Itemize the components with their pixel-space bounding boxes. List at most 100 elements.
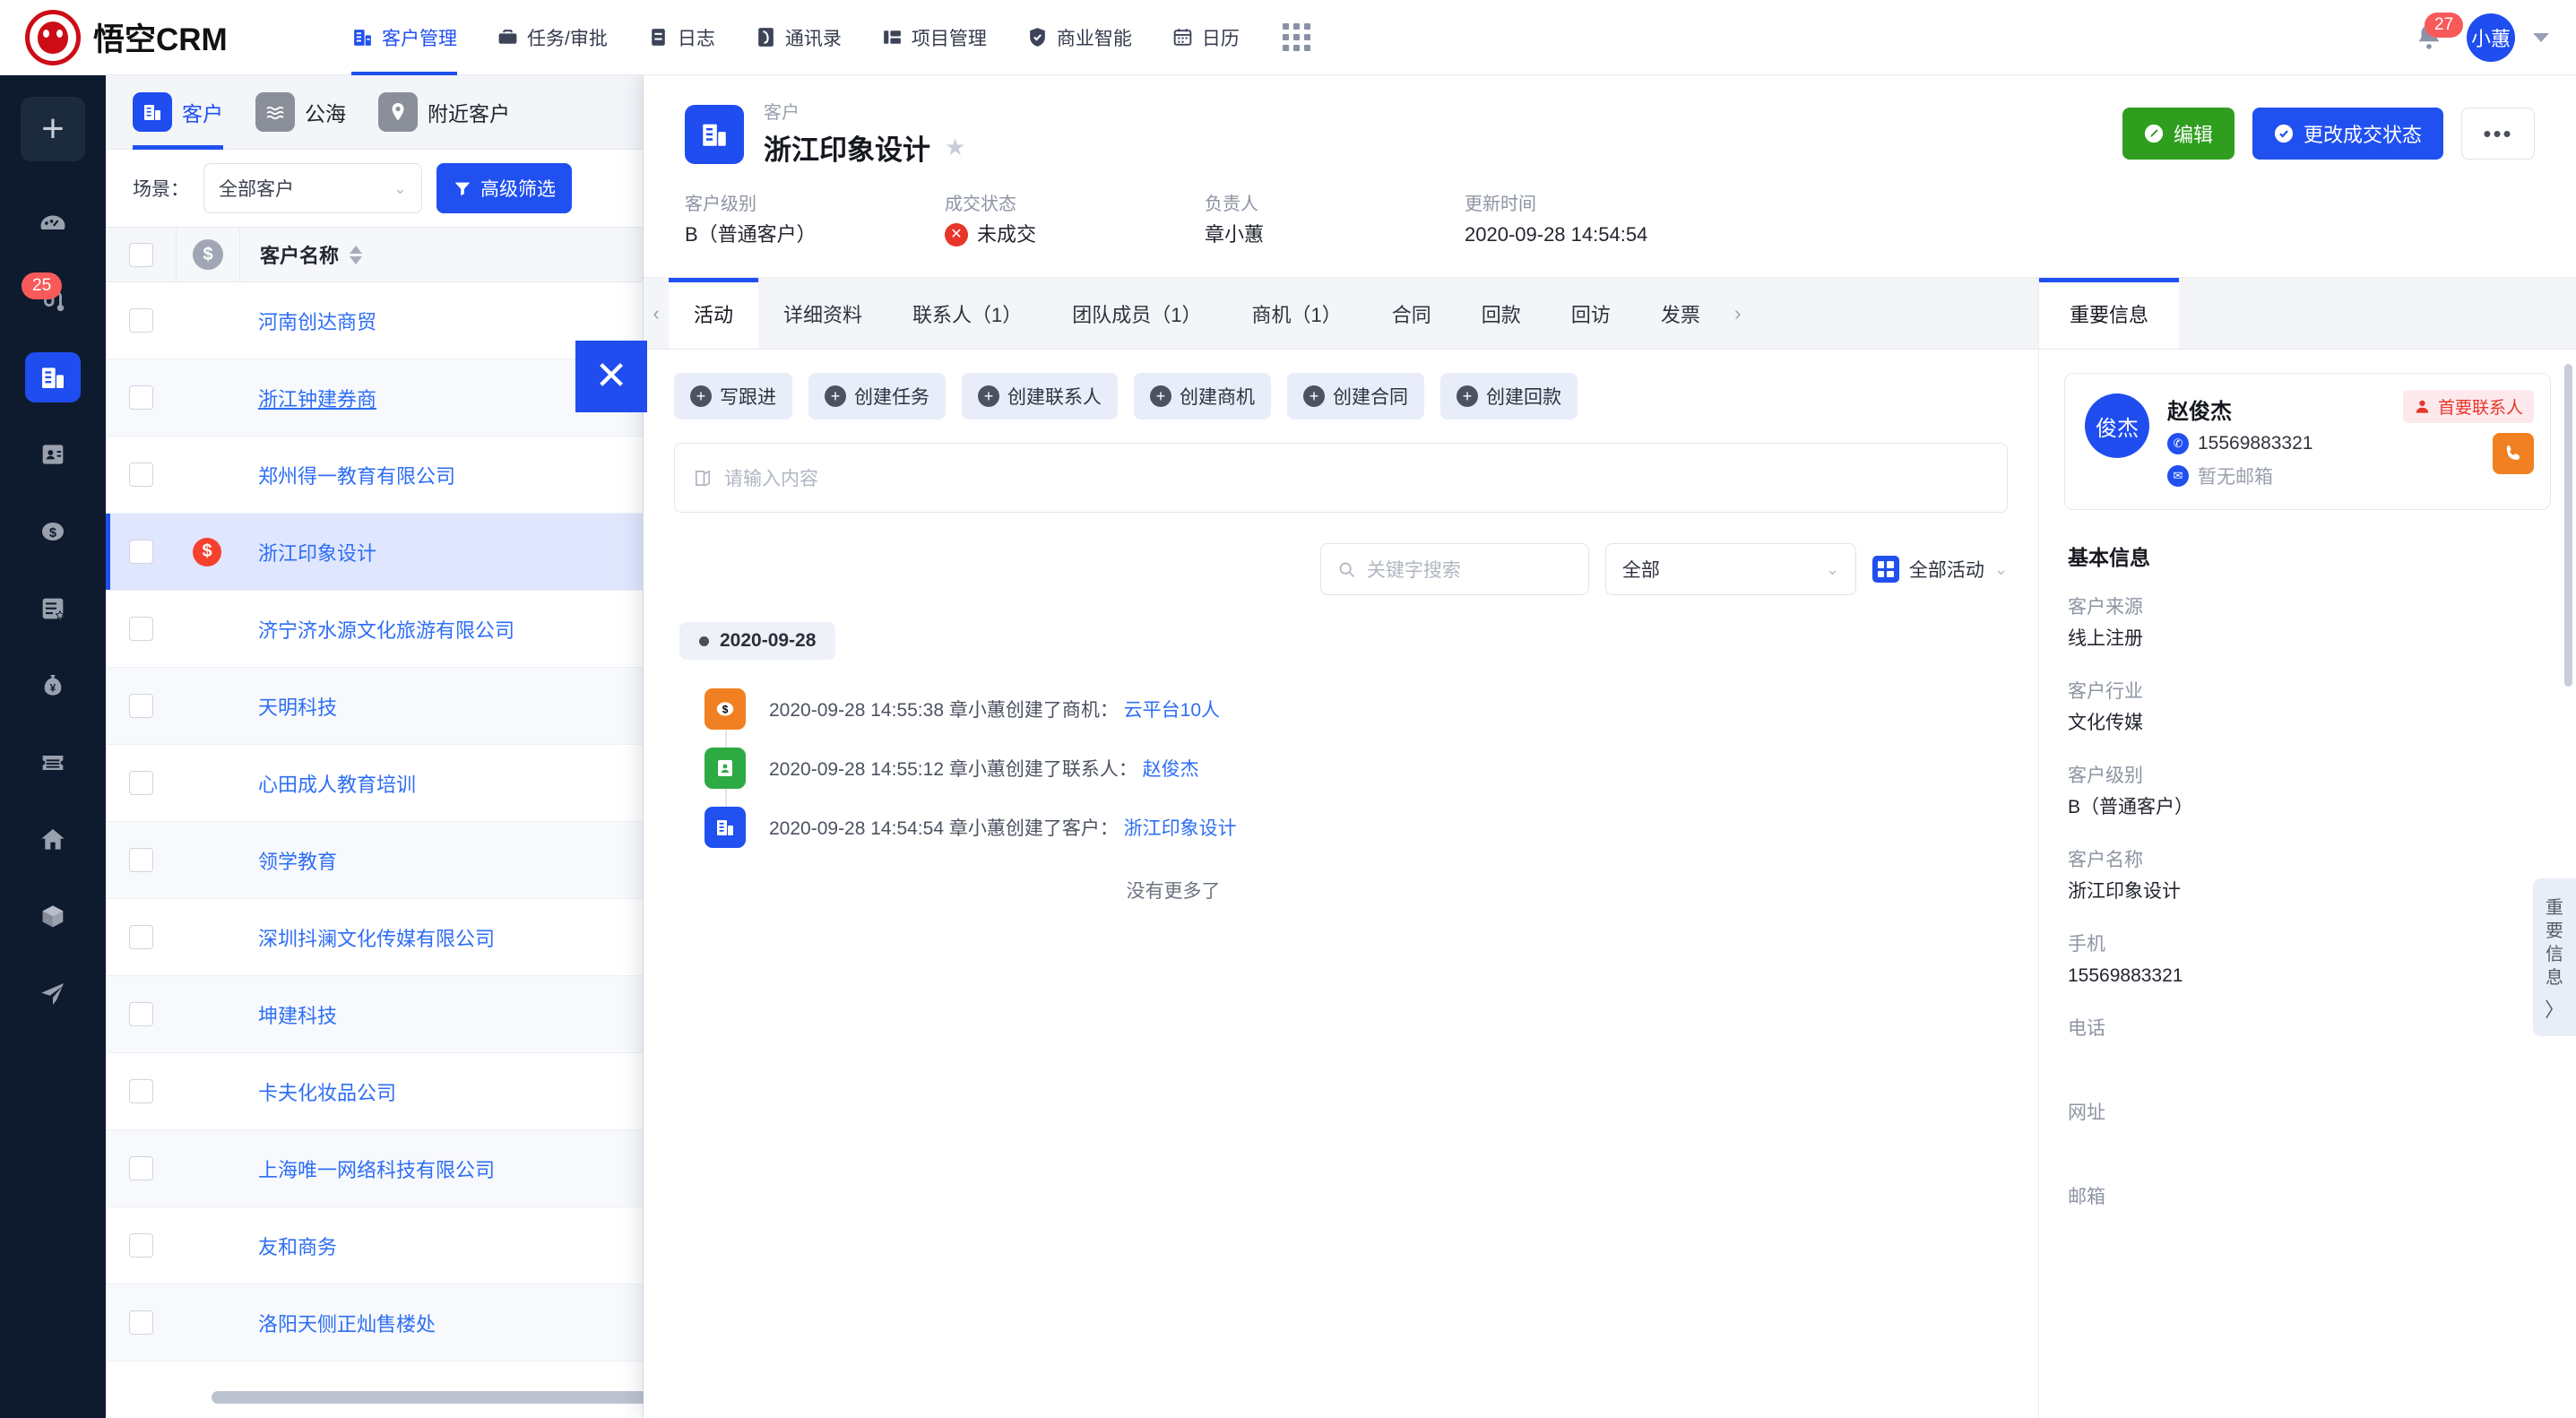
edit-button[interactable]: 编辑 <box>2122 108 2235 160</box>
row-checkbox[interactable] <box>129 1233 153 1258</box>
nav-item-customer[interactable]: 客户管理 <box>332 0 477 75</box>
table-row[interactable]: 卡夫化妆品公司 <box>106 1053 643 1130</box>
customer-name-link[interactable]: 洛阳天侧正灿售楼处 <box>258 1309 436 1337</box>
nav-item-task[interactable]: 任务/审批 <box>477 0 627 75</box>
select-all-checkbox[interactable] <box>129 243 153 267</box>
table-row[interactable]: 河南创达商贸 <box>106 282 643 359</box>
table-row[interactable]: 郑州得一教育有限公司 <box>106 437 643 514</box>
table-row[interactable]: 洛阳天侧正灿售楼处 <box>106 1284 643 1362</box>
nav-item-project[interactable]: 项目管理 <box>861 0 1007 75</box>
rail-item-contacts[interactable] <box>0 416 106 493</box>
change-status-button[interactable]: 更改成交状态 <box>2252 108 2443 160</box>
tab-important-info[interactable]: 重要信息 <box>2039 278 2179 349</box>
view-filter-button[interactable]: 全部活动 ⌄ <box>1872 556 2008 583</box>
rail-add-button[interactable] <box>21 97 85 161</box>
row-checkbox[interactable] <box>129 540 153 564</box>
tab-商机（1）[interactable]: 商机（1） <box>1227 278 1367 349</box>
tab-联系人（1）[interactable]: 联系人（1） <box>887 278 1047 349</box>
table-row[interactable]: 深圳抖澜文化传媒有限公司 <box>106 899 643 976</box>
tab-scroll-right-icon[interactable]: › <box>1725 278 1750 349</box>
column-header-name[interactable]: 客户名称 <box>260 240 362 269</box>
row-checkbox[interactable] <box>129 308 153 333</box>
quick-action-创建回款[interactable]: +创建回款 <box>1440 373 1578 419</box>
row-checkbox[interactable] <box>129 694 153 718</box>
rail-item-report[interactable] <box>0 570 106 647</box>
quick-action-创建商机[interactable]: +创建商机 <box>1134 373 1271 419</box>
row-checkbox[interactable] <box>129 617 153 641</box>
note-input[interactable]: 请输入内容 <box>674 443 2008 513</box>
customer-name-link[interactable]: 友和商务 <box>258 1232 337 1260</box>
list-tab-nearby[interactable]: 附近客户 <box>378 75 510 150</box>
advanced-filter-button[interactable]: 高级筛选 <box>437 163 572 213</box>
row-checkbox[interactable] <box>129 771 153 795</box>
table-row[interactable]: 坤建科技 <box>106 976 643 1053</box>
close-button[interactable]: ✕ <box>575 341 647 412</box>
row-checkbox[interactable] <box>129 1002 153 1026</box>
type-filter-select[interactable]: 全部 ⌄ <box>1605 543 1856 595</box>
scene-select[interactable]: 全部客户 ⌄ <box>203 163 422 213</box>
table-row[interactable]: 浙江钟建券商 <box>106 359 643 437</box>
tab-scroll-left-icon[interactable]: ‹ <box>644 278 669 349</box>
table-row[interactable]: 心田成人教育培训 <box>106 745 643 822</box>
sort-icon[interactable] <box>350 246 362 264</box>
row-checkbox[interactable] <box>129 463 153 487</box>
rail-item-product[interactable] <box>0 878 106 955</box>
list-tab-customer[interactable]: 客户 <box>133 75 223 150</box>
tab-详细资料[interactable]: 详细资料 <box>758 278 887 349</box>
customer-name-link[interactable]: 坤建科技 <box>258 1000 337 1029</box>
nav-item-contacts[interactable]: 通讯录 <box>735 0 861 75</box>
row-checkbox[interactable] <box>129 1079 153 1103</box>
customer-name-link[interactable]: 卡夫化妆品公司 <box>258 1077 396 1106</box>
customer-name-link[interactable]: 浙江印象设计 <box>258 538 376 566</box>
quick-action-创建任务[interactable]: +创建任务 <box>808 373 946 419</box>
table-row[interactable]: 济宁济水源文化旅游有限公司 <box>106 591 643 668</box>
list-tab-public-pool[interactable]: 公海 <box>255 75 346 150</box>
customer-name-link[interactable]: 心田成人教育培训 <box>258 769 416 798</box>
rail-item-customer[interactable] <box>0 339 106 416</box>
row-checkbox[interactable] <box>129 385 153 410</box>
customer-name-link[interactable]: 郑州得一教育有限公司 <box>258 461 455 489</box>
search-input[interactable]: 关键字搜索 <box>1320 543 1589 595</box>
important-info-float-tab[interactable]: 重要信息 〉 <box>2533 878 2576 1036</box>
horizontal-scrollbar[interactable] <box>212 1391 713 1404</box>
table-row[interactable]: $浙江印象设计 <box>106 514 643 591</box>
quick-action-创建合同[interactable]: +创建合同 <box>1287 373 1424 419</box>
tab-发票[interactable]: 发票 <box>1636 278 1725 349</box>
customer-name-link[interactable]: 济宁济水源文化旅游有限公司 <box>258 615 514 644</box>
row-checkbox[interactable] <box>129 1156 153 1180</box>
table-row[interactable]: 友和商务 <box>106 1207 643 1284</box>
quick-action-写跟进[interactable]: +写跟进 <box>674 373 792 419</box>
chevron-down-icon[interactable] <box>2533 33 2549 42</box>
nav-item-bi[interactable]: 商业智能 <box>1007 0 1152 75</box>
row-checkbox[interactable] <box>129 925 153 949</box>
rail-item-money[interactable]: $ <box>0 493 106 570</box>
customer-name-link[interactable]: 深圳抖澜文化传媒有限公司 <box>258 923 495 952</box>
scrollbar[interactable] <box>2564 364 2572 687</box>
rail-item-dashboard[interactable] <box>0 185 106 262</box>
timeline-link[interactable]: 赵俊杰 <box>1143 759 1199 780</box>
quick-action-创建联系人[interactable]: +创建联系人 <box>962 373 1118 419</box>
row-checkbox[interactable] <box>129 1310 153 1335</box>
customer-name-link[interactable]: 浙江钟建券商 <box>258 384 376 412</box>
rail-item-workflow[interactable]: 25 <box>0 262 106 339</box>
tab-团队成员（1）[interactable]: 团队成员（1） <box>1047 278 1226 349</box>
table-row[interactable]: 领学教育 <box>106 822 643 899</box>
tab-回访[interactable]: 回访 <box>1546 278 1636 349</box>
rail-item-money-bag[interactable]: ¥ <box>0 647 106 724</box>
avatar[interactable]: 小蕙 <box>2467 13 2515 62</box>
customer-name-link[interactable]: 领学教育 <box>258 846 337 875</box>
timeline-link[interactable]: 浙江印象设计 <box>1124 818 1237 839</box>
table-row[interactable]: 上海唯一网络科技有限公司 <box>106 1130 643 1207</box>
tab-回款[interactable]: 回款 <box>1457 278 1546 349</box>
tab-合同[interactable]: 合同 <box>1367 278 1457 349</box>
rail-item-send[interactable] <box>0 955 106 1033</box>
customer-name-link[interactable]: 河南创达商贸 <box>258 307 376 335</box>
star-icon[interactable]: ★ <box>945 134 965 161</box>
rail-item-invoice[interactable] <box>0 724 106 801</box>
primary-contact-card[interactable]: 俊杰 赵俊杰 ✆ 15569883321 ✉ 暂无邮箱 <box>2064 373 2551 510</box>
call-button[interactable] <box>2493 433 2534 474</box>
customer-name-link[interactable]: 上海唯一网络科技有限公司 <box>258 1154 495 1183</box>
customer-name-link[interactable]: 天明科技 <box>258 692 337 721</box>
tab-活动[interactable]: 活动 <box>669 278 758 349</box>
nav-item-calendar[interactable]: 日历 <box>1152 0 1259 75</box>
